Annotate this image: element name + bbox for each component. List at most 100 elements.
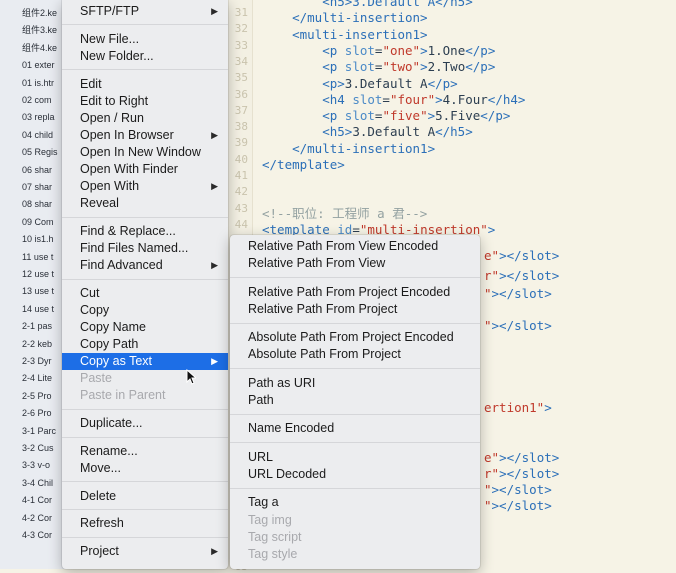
- file-tree-item[interactable]: 组件3.ke: [22, 25, 57, 36]
- menu-item-sftp-ftp[interactable]: SFTP/FTP ▶: [62, 3, 228, 20]
- file-tree-item[interactable]: 2-4 Lite: [22, 373, 52, 384]
- file-tree-item[interactable]: 2-3 Dyr: [22, 356, 52, 367]
- file-tree-item[interactable]: 07 shar: [22, 182, 52, 193]
- menu-item-reveal[interactable]: Reveal: [62, 195, 228, 212]
- menu-item-label: Find Advanced: [80, 258, 163, 273]
- file-tree-item[interactable]: 09 Com: [22, 217, 54, 228]
- file-tree-item[interactable]: 组件2.ke: [22, 8, 57, 19]
- menu-item-copy-path[interactable]: Copy Path: [62, 336, 228, 353]
- code-token: "five": [382, 108, 428, 124]
- menu-item-copy-as-text[interactable]: Copy as Text ▶: [62, 353, 228, 371]
- menu-item-label: Relative Path From View Encoded: [248, 239, 439, 253]
- menu-item-label: URL Decoded: [248, 467, 327, 481]
- menu-item-url[interactable]: URL: [230, 449, 480, 466]
- menu-item-cut[interactable]: Cut: [62, 285, 228, 302]
- code-token: r": [484, 466, 500, 481]
- menu-item-delete[interactable]: Delete: [62, 488, 228, 505]
- file-tree-item[interactable]: 06 shar: [22, 165, 52, 176]
- code-token: ": [484, 498, 492, 513]
- menu-item-open-with[interactable]: Open With ▶: [62, 178, 228, 195]
- file-tree-item[interactable]: 4-1 Cor: [22, 495, 52, 506]
- menu-separator: [62, 69, 228, 71]
- menu-item-relative-path-from-project[interactable]: Relative Path From Project: [230, 301, 480, 318]
- code-token: slot: [344, 108, 375, 124]
- menu-item-find-replace[interactable]: Find & Replace...: [62, 223, 228, 240]
- file-tree-item[interactable]: 3-4 Chil: [22, 478, 53, 489]
- file-tree-item[interactable]: 04 child: [22, 130, 53, 141]
- file-tree-item[interactable]: 2-5 Pro: [22, 391, 52, 402]
- menu-item-find-files-named[interactable]: Find Files Named...: [62, 240, 228, 257]
- menu-item-move[interactable]: Move...: [62, 460, 228, 477]
- code-token: ></slot>: [491, 318, 552, 333]
- menu-item-label: Open In New Window: [80, 144, 201, 159]
- file-tree: 组件2.ke 组件3.ke 组件4.ke 01 exter 01 is.htr 02 co…: [0, 0, 66, 569]
- file-tree-item[interactable]: 05 Regis: [22, 147, 58, 158]
- menu-item-rename[interactable]: Rename...: [62, 443, 228, 460]
- menu-item-name-encoded[interactable]: Name Encoded: [230, 420, 480, 437]
- code-line: </template>: [262, 157, 345, 173]
- menu-item-absolute-path-from-project[interactable]: Absolute Path From Project: [230, 346, 480, 363]
- menu-item-path-as-uri[interactable]: Path as URI: [230, 375, 480, 392]
- menu-item-label: Absolute Path From Project: [248, 347, 401, 362]
- file-tree-item[interactable]: 14 use t: [22, 304, 54, 315]
- menu-item-duplicate[interactable]: Duplicate...: [62, 415, 228, 432]
- file-tree-item[interactable]: 03 repla: [22, 112, 55, 123]
- file-tree-item[interactable]: 3-3 v-o: [22, 460, 50, 471]
- menu-item-copy[interactable]: Copy: [62, 302, 228, 319]
- code-token: 3.Default A: [344, 75, 428, 91]
- mouse-cursor-icon: [186, 369, 196, 385]
- file-tree-item[interactable]: 10 is1.h: [22, 234, 54, 245]
- menu-item-url-decoded[interactable]: URL Decoded: [230, 466, 480, 483]
- file-tree-item[interactable]: 2-6 Pro: [22, 408, 52, 419]
- file-tree-item[interactable]: 13 use t: [22, 286, 54, 297]
- menu-item-label: Path as URI: [248, 375, 316, 390]
- menu-item-tag-a[interactable]: Tag a: [230, 494, 480, 511]
- line-number: 31: [234, 6, 248, 19]
- file-tree-item[interactable]: 12 use t: [22, 269, 54, 280]
- file-tree-item[interactable]: 2-1 pas: [22, 321, 52, 332]
- menu-item-relative-path-from-project-encoded[interactable]: Relative Path From Project Encoded: [230, 284, 480, 301]
- code-line: <p slot="five">5.Five</p>: [262, 108, 510, 124]
- file-tree-item[interactable]: 2-2 keb: [22, 339, 52, 350]
- menu-separator: [62, 481, 228, 483]
- code-token: <p: [262, 108, 345, 124]
- menu-item-copy-name[interactable]: Copy Name: [62, 319, 228, 336]
- code-line: ertion1">: [484, 400, 552, 416]
- file-tree-item[interactable]: 3-1 Parc: [22, 426, 56, 437]
- menu-item-open-run[interactable]: Open / Run: [62, 110, 228, 127]
- menu-item-relative-path-from-view-encoded[interactable]: Relative Path From View Encoded: [230, 238, 480, 255]
- code-token: <h4: [262, 91, 353, 107]
- menu-item-label: SFTP/FTP: [80, 4, 140, 18]
- menu-item-new-folder[interactable]: New Folder...: [62, 48, 228, 65]
- menu-separator: [230, 277, 480, 278]
- menu-item-label: URL: [248, 449, 274, 464]
- code-line: "></slot>: [484, 482, 552, 498]
- file-tree-item[interactable]: 3-2 Cus: [22, 443, 54, 454]
- menu-item-find-advanced[interactable]: Find Advanced ▶: [62, 257, 228, 274]
- menu-item-edit[interactable]: Edit: [62, 76, 228, 93]
- menu-item-path[interactable]: Path: [230, 392, 480, 409]
- file-tree-item[interactable]: 01 exter: [22, 60, 55, 71]
- code-token: </p>: [465, 59, 496, 75]
- menu-item-open-in-browser[interactable]: Open In Browser ▶: [62, 127, 228, 144]
- file-tree-item[interactable]: 02 com: [22, 95, 52, 106]
- menu-item-refresh[interactable]: Refresh: [62, 515, 228, 532]
- menu-item-open-with-finder[interactable]: Open With Finder: [62, 161, 228, 178]
- file-tree-item[interactable]: 01 is.htr: [22, 78, 54, 89]
- menu-item-project[interactable]: Project ▶: [62, 543, 228, 560]
- code-token: <!--职位: 工程师 a 君-->: [262, 205, 428, 221]
- code-token: ></slot>: [499, 248, 560, 263]
- menu-item-new-file[interactable]: New File...: [62, 31, 228, 48]
- menu-item-relative-path-from-view[interactable]: Relative Path From View: [230, 255, 480, 272]
- file-tree-item[interactable]: 组件4.ke: [22, 43, 57, 54]
- file-tree-item[interactable]: 11 use t: [22, 252, 53, 263]
- menu-item-edit-to-right[interactable]: Edit to Right: [62, 93, 228, 110]
- file-tree-item[interactable]: 08 shar: [22, 199, 52, 210]
- code-token: 4.Four: [442, 91, 488, 107]
- file-tree-item[interactable]: 4-3 Cor: [22, 530, 52, 541]
- file-tree-item[interactable]: 4-2 Cor: [22, 513, 52, 524]
- menu-item-open-in-new-window[interactable]: Open In New Window: [62, 144, 228, 161]
- menu-separator: [230, 368, 480, 370]
- code-token: 1.One: [427, 42, 466, 58]
- menu-item-absolute-path-from-project-encoded[interactable]: Absolute Path From Project Encoded: [230, 329, 480, 346]
